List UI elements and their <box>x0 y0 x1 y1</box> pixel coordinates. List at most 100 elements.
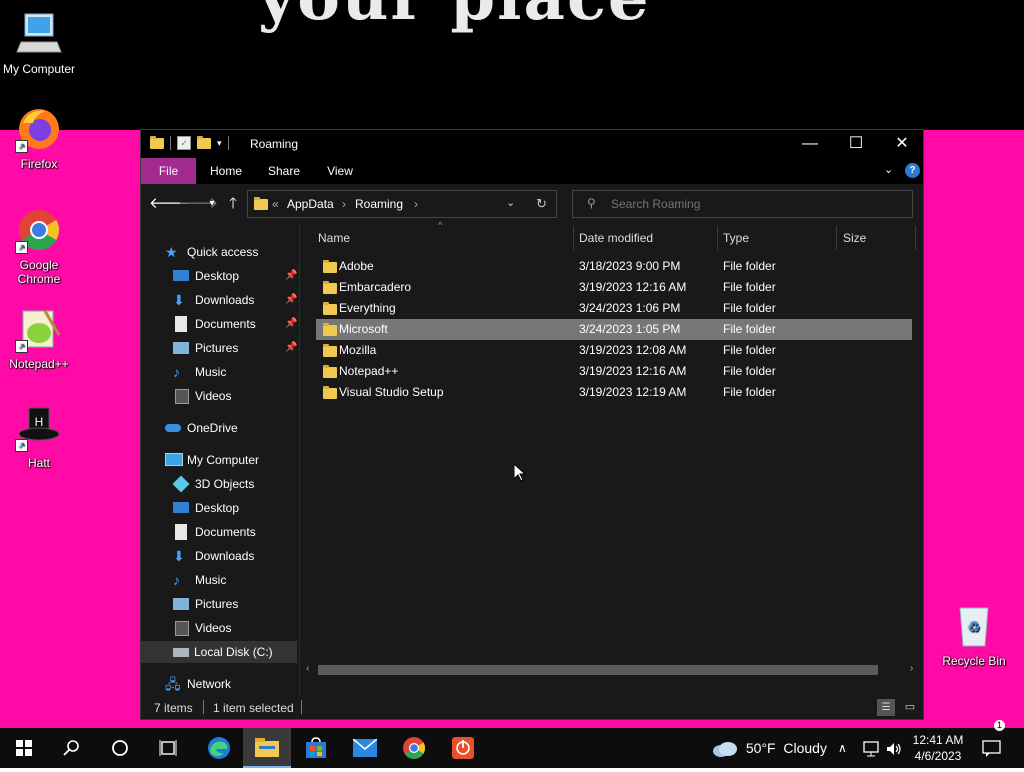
horizontal-scrollbar[interactable]: ‹ › <box>304 662 920 678</box>
file-date: 3/24/2023 1:05 PM <box>579 322 681 336</box>
scroll-right-icon[interactable]: › <box>910 663 913 674</box>
cloud-icon <box>713 742 737 758</box>
new-folder-icon[interactable] <box>197 135 211 149</box>
weather-widget[interactable]: 50°F Cloudy <box>712 728 827 768</box>
up-button[interactable]: 🡑 <box>223 194 243 214</box>
breadcrumb-appdata[interactable]: AppData <box>287 197 334 211</box>
file-row[interactable]: Everything 3/24/2023 1:06 PM File folder <box>316 298 912 319</box>
tab-home[interactable]: Home <box>204 158 248 184</box>
breadcrumb-overflow[interactable]: « <box>272 197 279 211</box>
nav-pc-local-disk[interactable]: Local Disk (C:) <box>141 641 297 663</box>
close-button[interactable]: ✕ <box>879 130 925 158</box>
nav-quick-videos[interactable]: Videos <box>173 385 295 407</box>
column-type[interactable]: Type <box>723 224 749 252</box>
scroll-left-icon[interactable]: ‹ <box>306 663 309 674</box>
show-hidden-icons-button[interactable]: ∧ <box>838 728 847 768</box>
notification-center-button[interactable]: 1 <box>982 720 1005 768</box>
nav-pc-videos[interactable]: Videos <box>173 617 295 639</box>
breadcrumb-roaming[interactable]: Roaming <box>355 197 403 211</box>
file-row[interactable]: Visual Studio Setup 3/19/2023 12:19 AM F… <box>316 382 912 403</box>
maximize-button[interactable]: ☐ <box>833 130 879 158</box>
properties-icon[interactable]: ✓ <box>177 136 191 150</box>
desktop-icon-firefox[interactable]: ↗ Firefox <box>1 105 77 171</box>
address-dropdown-icon[interactable]: ⌄ <box>506 196 515 209</box>
start-button[interactable] <box>0 728 48 768</box>
nav-quick-downloads[interactable]: ⬇ Downloads <box>173 289 295 311</box>
store-button[interactable] <box>292 728 340 768</box>
nav-quick-music[interactable]: ♪ Music <box>173 361 295 383</box>
column-size[interactable]: Size <box>843 224 866 252</box>
nav-pc-documents[interactable]: Documents <box>173 521 295 543</box>
edge-icon <box>208 737 230 759</box>
search-input[interactable] <box>611 195 901 213</box>
network-tray-icon[interactable] <box>862 728 880 768</box>
nav-pc-3d-objects[interactable]: 3D Objects <box>172 473 295 495</box>
volume-icon[interactable] <box>886 728 902 768</box>
tab-share[interactable]: Share <box>263 158 305 184</box>
desktop-icon-hatt[interactable]: H ↗ Hatt <box>1 404 77 470</box>
mail-button[interactable] <box>341 728 389 768</box>
nav-pc-desktop[interactable]: Desktop <box>173 497 295 519</box>
desktop-icon-my-computer[interactable]: My Computer <box>1 10 77 76</box>
clock-time: 12:41 AM <box>912 733 964 747</box>
refresh-icon[interactable]: ↻ <box>536 196 547 212</box>
tab-view[interactable]: View <box>321 158 359 184</box>
help-icon[interactable]: ? <box>905 163 920 178</box>
chrome-button[interactable] <box>390 728 438 768</box>
clock[interactable]: 12:41 AM 4/6/2023 <box>906 728 970 772</box>
edge-button[interactable] <box>195 728 243 768</box>
column-divider[interactable] <box>717 226 718 250</box>
app-button[interactable] <box>439 728 487 768</box>
forward-button[interactable]: 🡒 <box>178 194 218 214</box>
address-bar[interactable]: « AppData › Roaming › ⌄ ↻ <box>247 190 557 218</box>
recent-locations-button[interactable]: ▾ <box>202 194 222 214</box>
tab-file[interactable]: File <box>141 158 196 184</box>
notification-badge: 1 <box>994 720 1005 731</box>
desktop-icon-recycle-bin[interactable]: ♻ Recycle Bin <box>936 602 1012 668</box>
file-explorer-button[interactable] <box>243 728 291 768</box>
nav-quick-documents[interactable]: Documents <box>173 313 295 335</box>
column-divider[interactable] <box>573 226 574 250</box>
task-view-button[interactable] <box>144 728 192 768</box>
column-divider[interactable] <box>836 226 837 250</box>
details-view-icon[interactable]: ☰ <box>877 699 895 716</box>
cortana-button[interactable] <box>96 728 144 768</box>
file-date: 3/19/2023 12:19 AM <box>579 385 687 399</box>
file-row[interactable]: Notepad++ 3/19/2023 12:16 AM File folder <box>316 361 912 382</box>
minimize-button[interactable]: — <box>787 130 833 158</box>
nav-quick-access[interactable]: ★ Quick access <box>165 241 295 263</box>
scrollbar-thumb[interactable] <box>318 665 878 675</box>
desktop-icon-notepadpp[interactable]: ↗ Notepad++ <box>1 305 77 371</box>
nav-label: Music <box>195 573 227 587</box>
desktop-icon-label: Notepad++ <box>9 357 69 371</box>
nav-this-pc[interactable]: My Computer <box>165 449 295 471</box>
search-button[interactable] <box>48 728 96 768</box>
nav-quick-pictures[interactable]: Pictures <box>173 337 295 359</box>
file-row[interactable]: Mozilla 3/19/2023 12:08 AM File folder <box>316 340 912 361</box>
breadcrumb-separator[interactable]: › <box>414 197 418 211</box>
column-name[interactable]: Name <box>318 224 350 252</box>
file-row[interactable]: Embarcadero 3/19/2023 12:16 AM File fold… <box>316 277 912 298</box>
nav-quick-desktop[interactable]: Desktop <box>173 265 295 287</box>
column-divider[interactable] <box>915 226 916 250</box>
title-bar[interactable]: ✓ ▾ Roaming — ☐ ✕ <box>141 130 923 158</box>
file-row[interactable]: Adobe 3/18/2023 9:00 PM File folder <box>316 256 912 277</box>
nav-pc-music[interactable]: ♪ Music <box>173 569 295 591</box>
column-date-modified[interactable]: Date modified <box>579 224 653 252</box>
back-button[interactable]: 🡐 <box>149 194 189 214</box>
chevron-down-icon[interactable]: ▾ <box>217 138 222 149</box>
desktop-icon <box>173 502 189 513</box>
nav-label: Downloads <box>195 293 255 307</box>
weather-text: 50°F Cloudy <box>745 740 827 756</box>
nav-onedrive[interactable]: OneDrive <box>165 417 295 439</box>
file-row-selected[interactable]: Microsoft 3/24/2023 1:05 PM File folder <box>316 319 912 340</box>
nav-pc-pictures[interactable]: Pictures <box>173 593 295 615</box>
search-box[interactable]: ⚲ <box>572 190 913 218</box>
nav-pc-downloads[interactable]: ⬇ Downloads <box>173 545 295 567</box>
nav-network[interactable]: 🖧 Network <box>165 673 295 695</box>
file-type: File folder <box>723 364 776 378</box>
expand-ribbon-icon[interactable]: ⌄ <box>884 163 893 176</box>
desktop-icon-google-chrome[interactable]: ↗ Google Chrome <box>1 206 77 286</box>
pictures-icon <box>173 342 189 354</box>
large-icons-view-icon[interactable]: ▭ <box>901 699 919 716</box>
